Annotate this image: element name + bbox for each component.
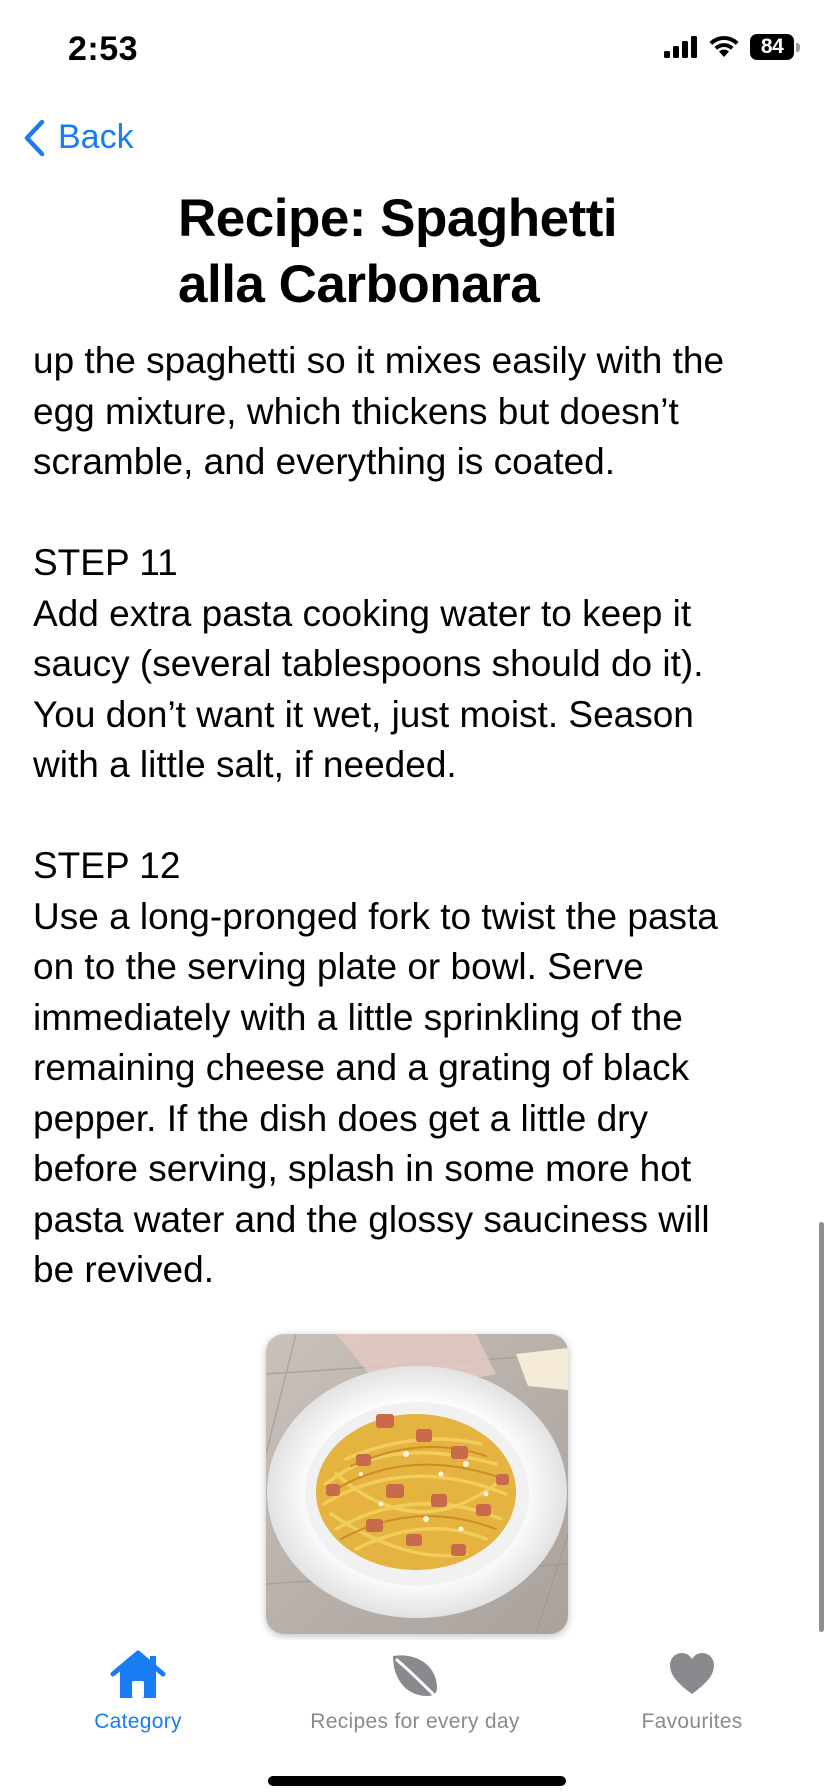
scrollbar[interactable]: [819, 1222, 824, 1632]
step10-line: egg mixture, which thickens but doesn’t: [33, 390, 679, 432]
step12-line: Use a long-pronged fork to twist the pas…: [33, 895, 718, 937]
dish-image: [266, 1334, 568, 1634]
step12-line: immediately with a little sprinkling of …: [33, 996, 683, 1038]
battery-icon: 84: [750, 34, 800, 60]
tab-recipes-label: Recipes for every day: [310, 1710, 520, 1733]
step12-heading: STEP 12: [33, 845, 181, 886]
step10-line: up the spaghetti so it mixes easily with…: [33, 340, 725, 381]
battery-tip: [796, 42, 800, 52]
status-time: 2:53: [68, 30, 139, 68]
tab-favourites[interactable]: Favourites: [636, 1650, 748, 1734]
tab-favourites-label: Favourites: [641, 1710, 743, 1733]
signal-icon: [664, 36, 697, 58]
step10-line: scramble, and everything is coated.: [33, 441, 616, 482]
heart-icon: [670, 1653, 714, 1694]
recipe-detail-screen: 2:53 84 Back Recipe: Spaghetti alla Carb…: [0, 0, 828, 1792]
step11-heading: STEP 11: [33, 542, 178, 583]
page-title-line2: alla Carbonara: [178, 255, 540, 314]
wifi-icon: [709, 35, 739, 57]
home-indicator[interactable]: [268, 1776, 566, 1786]
house-icon: [110, 1650, 166, 1698]
tab-category-label: Category: [94, 1710, 182, 1733]
step11-line: Add extra pasta cooking water to keep it: [33, 592, 692, 634]
step12-line: be revived.: [33, 1249, 214, 1290]
back-button[interactable]: Back: [22, 118, 134, 157]
carbonara-illustration: [266, 1334, 568, 1634]
step12-line: on to the serving plate or bowl. Serve: [33, 946, 644, 987]
page-title: Recipe: Spaghetti alla Carbonara: [178, 186, 698, 318]
page-title-line1: Recipe: Spaghetti: [178, 189, 618, 248]
back-label: Back: [58, 118, 134, 156]
step11-line: You don’t want it wet, just moist. Seaso…: [33, 693, 694, 735]
step12-line: pepper. If the dish does get a little dr…: [33, 1097, 648, 1139]
step11-line: with a little salt, if needed.: [33, 744, 457, 785]
step11-line: saucy (several tablespoons should do it)…: [33, 643, 704, 684]
status-bar: 2:53 84: [0, 0, 828, 100]
step12-line: pasta water and the glossy sauciness wil…: [33, 1198, 710, 1240]
chevron-left-icon: [24, 119, 45, 156]
leaf-icon: [393, 1655, 437, 1698]
step12-line: before serving, splash in some more hot: [33, 1148, 692, 1189]
tab-category[interactable]: Category: [84, 1650, 192, 1734]
battery-level: 84: [750, 34, 795, 60]
tab-bar: Category Recipes for every day Favourite…: [0, 1640, 828, 1792]
tab-recipes-every-day[interactable]: Recipes for every day: [306, 1650, 524, 1734]
step12-line: remaining cheese and a grating of black: [33, 1047, 690, 1088]
recipe-steps: up the spaghetti so it mixes easily with…: [33, 340, 793, 1296]
status-icons: 84: [664, 34, 800, 60]
